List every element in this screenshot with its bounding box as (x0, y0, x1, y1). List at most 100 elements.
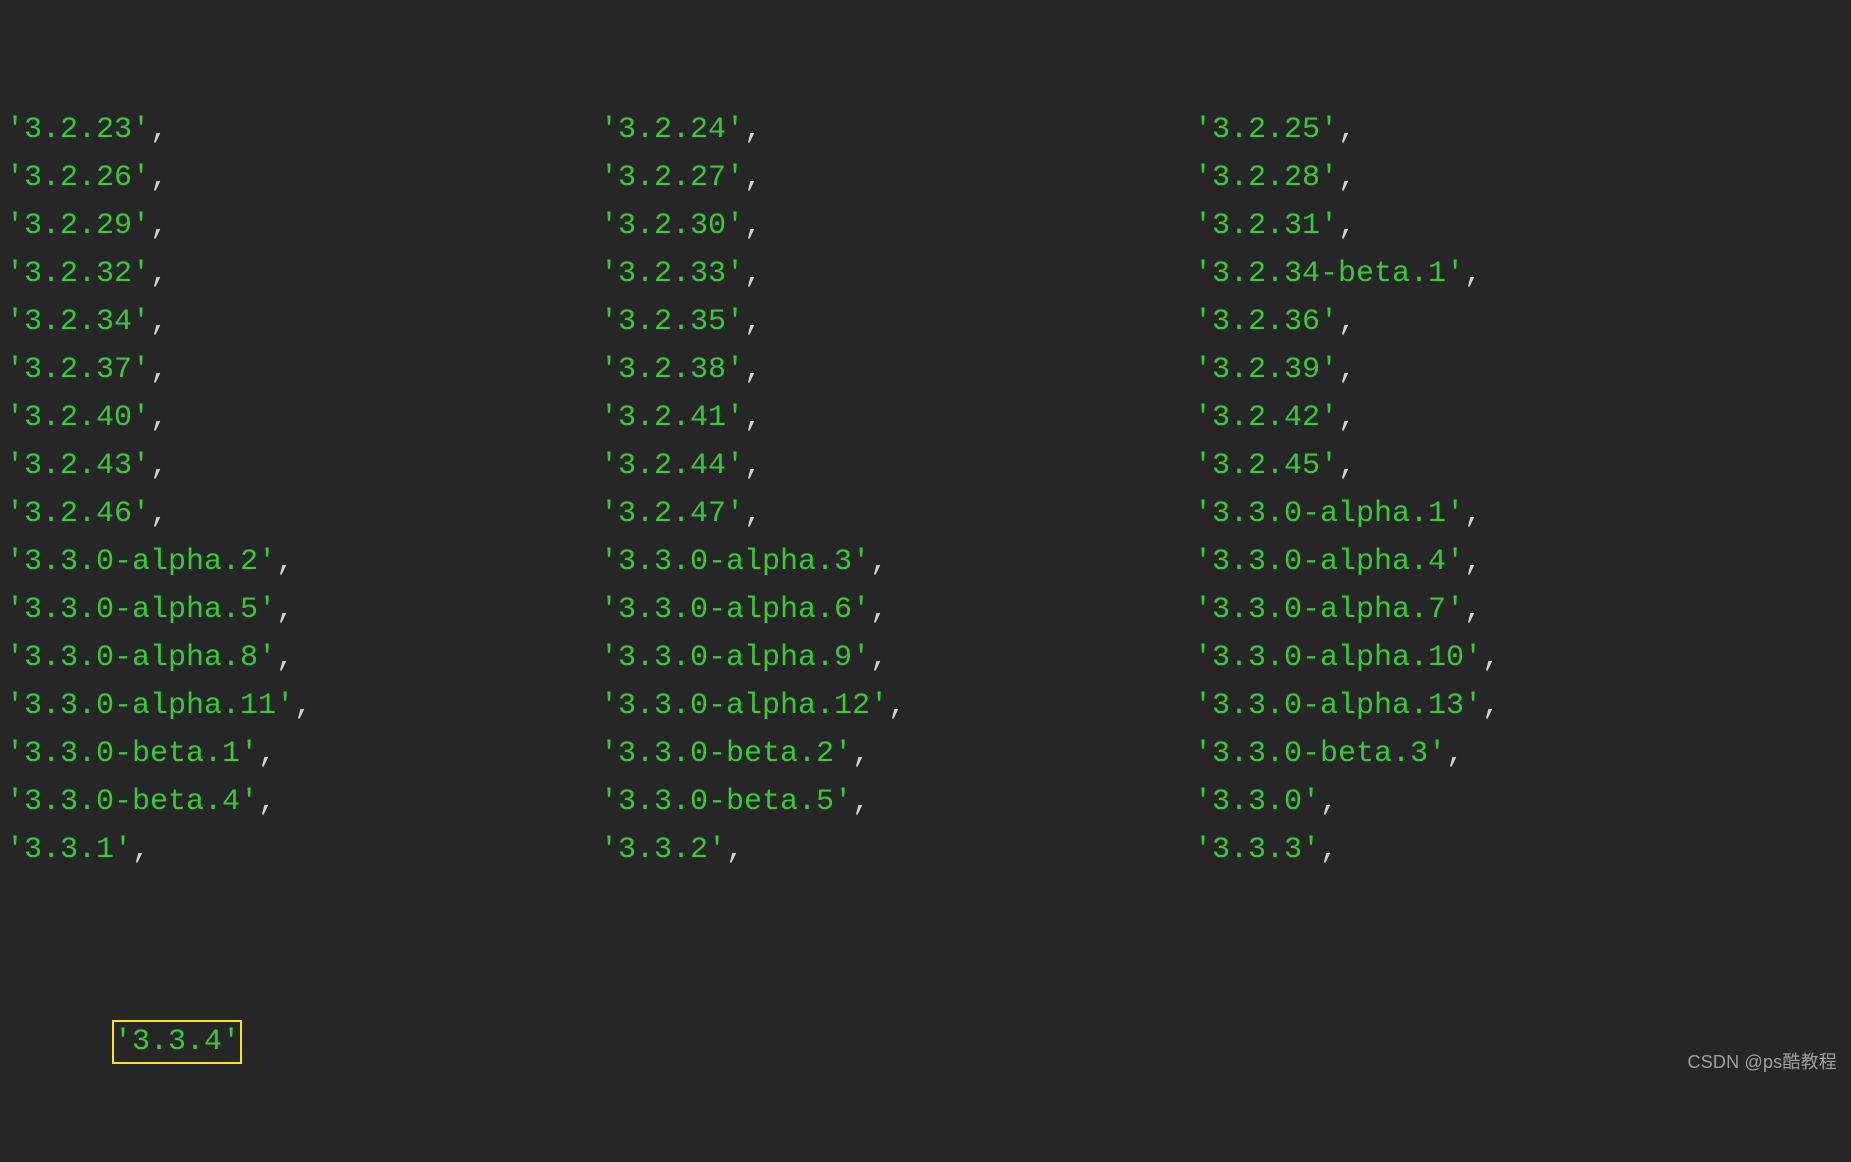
version-string: 3.3.0-beta.5 (618, 785, 834, 819)
comma-punct: , (1464, 593, 1482, 627)
version-string: 3.2.35 (618, 305, 726, 339)
version-string: 3.3.0-alpha.2 (24, 545, 258, 579)
version-row: '3.2.26','3.2.27','3.2.28', (6, 154, 1851, 202)
version-cell: '3.3.0-alpha.12', (600, 682, 1194, 730)
version-cell: '3.2.41', (600, 394, 1194, 442)
version-cell: '3.2.36', (1194, 298, 1788, 346)
version-cell: '3.2.33', (600, 250, 1194, 298)
comma-punct: , (726, 833, 744, 867)
comma-punct: , (744, 401, 762, 435)
version-string: 3.2.46 (24, 497, 132, 531)
version-string: 3.2.36 (1212, 305, 1320, 339)
comma-punct: , (132, 833, 150, 867)
version-row: '3.3.0-alpha.2','3.3.0-alpha.3','3.3.0-a… (6, 538, 1851, 586)
comma-punct: , (276, 545, 294, 579)
version-string: 3.3.0-beta.4 (24, 785, 240, 819)
version-cell: '3.3.0-beta.3', (1194, 730, 1788, 778)
version-row: '3.3.0-alpha.11','3.3.0-alpha.12','3.3.0… (6, 682, 1851, 730)
version-string: 3.2.32 (24, 257, 132, 291)
version-string: 3.2.27 (618, 161, 726, 195)
comma-punct: , (744, 353, 762, 387)
comma-punct: , (870, 641, 888, 675)
version-row: '3.2.46','3.2.47','3.3.0-alpha.1', (6, 490, 1851, 538)
version-row: '3.2.32','3.2.33','3.2.34-beta.1', (6, 250, 1851, 298)
version-cell: '3.3.0-beta.1', (6, 730, 600, 778)
comma-punct: , (1338, 161, 1356, 195)
version-string: 3.2.44 (618, 449, 726, 483)
comma-punct: , (1464, 497, 1482, 531)
version-row: '3.2.29','3.2.30','3.2.31', (6, 202, 1851, 250)
version-cell: '3.2.43', (6, 442, 600, 490)
version-cell: '3.2.23', (6, 106, 600, 154)
comma-punct: , (852, 737, 870, 771)
version-string: 3.3.0-alpha.3 (618, 545, 852, 579)
comma-punct: , (1338, 449, 1356, 483)
version-string: 3.3.0-beta.1 (24, 737, 240, 771)
comma-punct: , (870, 593, 888, 627)
comma-punct: , (1482, 689, 1500, 723)
version-string: 3.3.0-alpha.7 (1212, 593, 1446, 627)
version-string: 3.2.34 (24, 305, 132, 339)
version-string: 3.3.0-alpha.12 (618, 689, 870, 723)
watermark: CSDN @ps酷教程 (1688, 1038, 1838, 1086)
version-row: '3.2.40','3.2.41','3.2.42', (6, 394, 1851, 442)
version-cell: '3.2.40', (6, 394, 600, 442)
version-string: 3.2.41 (618, 401, 726, 435)
version-cell: '3.2.34-beta.1', (1194, 250, 1788, 298)
version-cell: '3.3.0-alpha.8', (6, 634, 600, 682)
comma-punct: , (744, 209, 762, 243)
version-string: 3.3.0-alpha.9 (618, 641, 852, 675)
version-cell: '3.3.1', (6, 826, 600, 874)
version-string: 3.2.38 (618, 353, 726, 387)
version-string: 3.2.34-beta.1 (1212, 257, 1446, 291)
version-string: 3.2.28 (1212, 161, 1320, 195)
version-cell: '3.3.0-beta.5', (600, 778, 1194, 826)
version-cell: '3.2.47', (600, 490, 1194, 538)
comma-punct: , (150, 209, 168, 243)
version-string: 3.3.0-alpha.8 (24, 641, 258, 675)
version-cell: '3.2.29', (6, 202, 600, 250)
comma-punct: , (1338, 401, 1356, 435)
version-cell: '3.2.31', (1194, 202, 1788, 250)
version-string: 3.2.31 (1212, 209, 1320, 243)
version-string: 3.2.37 (24, 353, 132, 387)
version-cell: '3.2.24', (600, 106, 1194, 154)
terminal-output: '3.2.23','3.2.24','3.2.25','3.2.26','3.2… (0, 0, 1851, 1162)
comma-punct: , (744, 497, 762, 531)
version-cell: '3.3.0-alpha.7', (1194, 586, 1788, 634)
comma-punct: , (258, 785, 276, 819)
comma-punct: , (1464, 545, 1482, 579)
version-string: 3.3.2 (618, 833, 708, 867)
version-string: 3.2.45 (1212, 449, 1320, 483)
comma-punct: , (744, 161, 762, 195)
comma-punct: , (744, 305, 762, 339)
version-cell: '3.3.0-alpha.5', (6, 586, 600, 634)
comma-punct: , (1320, 785, 1338, 819)
version-cell: '3.2.25', (1194, 106, 1788, 154)
version-string: 3.2.33 (618, 257, 726, 291)
version-cell: '3.2.39', (1194, 346, 1788, 394)
version-cell: '3.3.0-alpha.1', (1194, 490, 1788, 538)
version-string: 3.2.43 (24, 449, 132, 483)
version-row: '3.3.1','3.3.2','3.3.3', (6, 826, 1851, 874)
version-row: '3.3.0-beta.4','3.3.0-beta.5','3.3.0', (6, 778, 1851, 826)
highlighted-version: '3.3.4' (112, 1020, 242, 1064)
version-row: '3.3.0-alpha.8','3.3.0-alpha.9','3.3.0-a… (6, 634, 1851, 682)
version-string: 3.2.47 (618, 497, 726, 531)
version-cell: '3.2.34', (6, 298, 600, 346)
version-string: 3.2.40 (24, 401, 132, 435)
comma-punct: , (294, 689, 312, 723)
version-row: '3.2.37','3.2.38','3.2.39', (6, 346, 1851, 394)
comma-punct: , (1446, 737, 1464, 771)
comma-punct: , (150, 449, 168, 483)
version-cell: '3.3.3', (1194, 826, 1788, 874)
version-cell: '3.2.30', (600, 202, 1194, 250)
version-string: 3.2.26 (24, 161, 132, 195)
version-string: 3.3.0-alpha.13 (1212, 689, 1464, 723)
version-string: 3.3.0-alpha.1 (1212, 497, 1446, 531)
version-row: '3.2.34','3.2.35','3.2.36', (6, 298, 1851, 346)
comma-punct: , (744, 113, 762, 147)
version-string: 3.3.0-alpha.5 (24, 593, 258, 627)
comma-punct: , (1338, 209, 1356, 243)
comma-punct: , (276, 641, 294, 675)
